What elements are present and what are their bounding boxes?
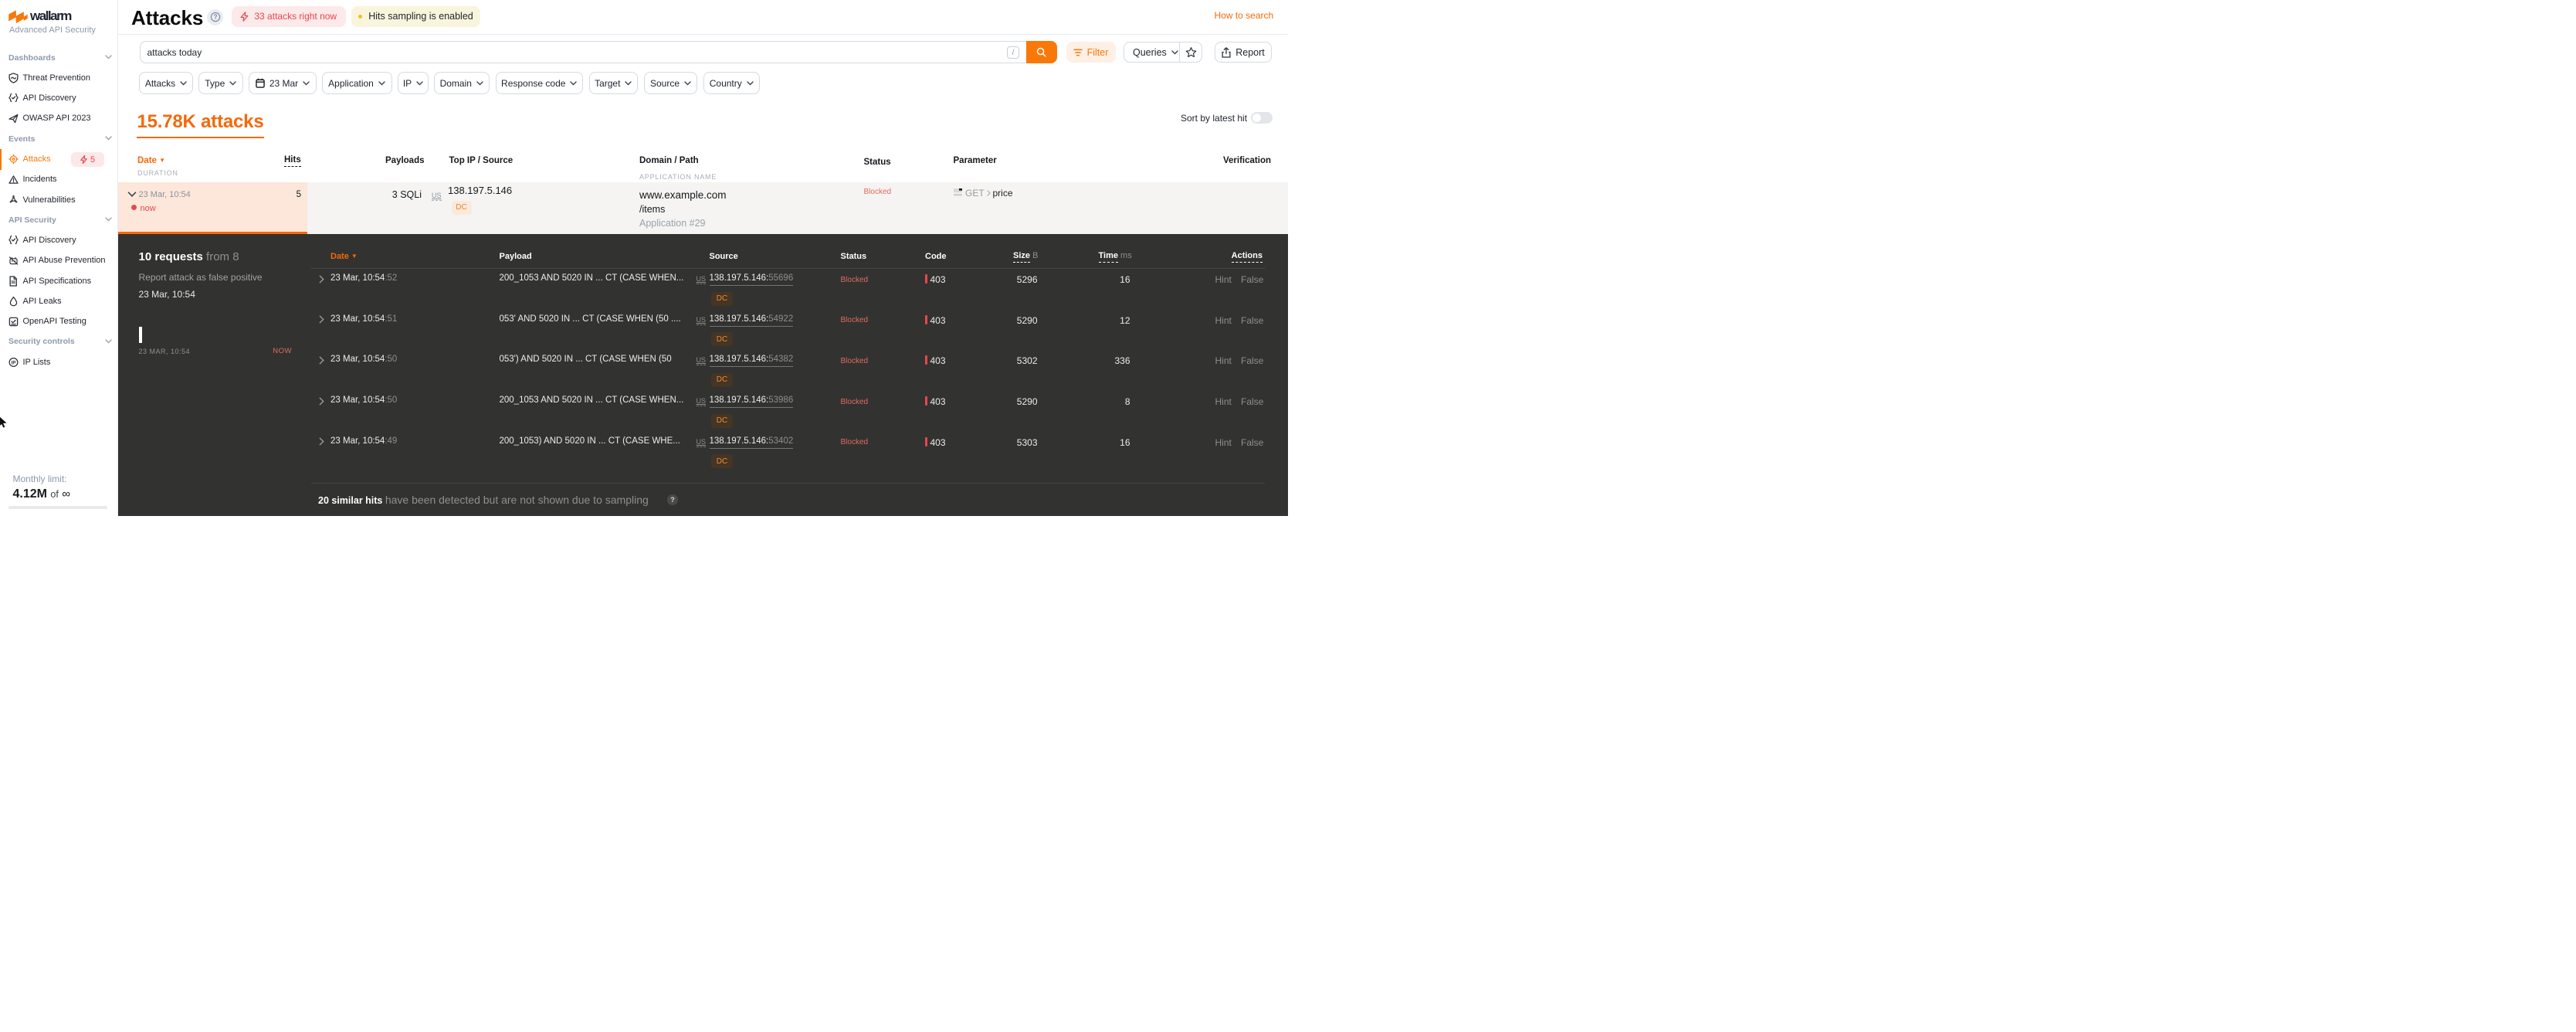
svg-text:IP: IP [11,360,15,365]
svg-text:?: ? [213,14,217,21]
